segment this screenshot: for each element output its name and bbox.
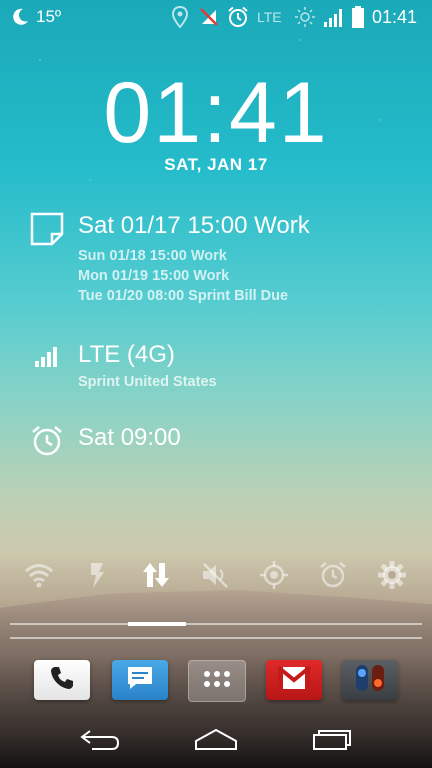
back-icon <box>78 727 122 758</box>
alarm-icon <box>226 6 250 28</box>
home-button[interactable] <box>192 722 240 762</box>
next-alarm: Sat 09:00 <box>78 424 181 451</box>
sound-off-icon[interactable] <box>200 560 230 590</box>
phone-app[interactable] <box>34 660 90 700</box>
network-carrier: Sprint United States <box>78 374 217 390</box>
status-time: 01:41 <box>372 6 418 27</box>
messaging-icon <box>125 664 155 697</box>
gmail-app[interactable] <box>266 660 322 700</box>
app-drawer-icon <box>202 669 232 694</box>
toggle-app-icon <box>353 663 387 698</box>
calendar-event: Mon 01/19 15:00 Work <box>78 268 230 284</box>
toggle-app[interactable] <box>342 660 398 700</box>
status-bar: 15º LTE 01:41 <box>0 0 432 34</box>
back-button[interactable] <box>76 722 124 762</box>
brightness-slider-thumb[interactable] <box>128 622 186 626</box>
signal-bars-icon <box>30 343 60 374</box>
location-icon <box>171 6 189 28</box>
network-type: LTE (4G) <box>78 341 175 368</box>
lockscreen-date: SAT, JAN 17 <box>164 155 268 174</box>
volume-slider[interactable] <box>10 637 422 639</box>
quick-toggles <box>0 560 432 590</box>
phone-icon <box>48 664 76 697</box>
moon-icon <box>10 6 30 28</box>
calendar-event: Sun 01/18 15:00 Work <box>78 248 227 264</box>
alarm-icon[interactable] <box>318 560 348 590</box>
calendar-event: Tue 01/20 08:00 Sprint Bill Due <box>78 288 289 304</box>
brightness-icon <box>294 6 316 28</box>
recents-icon <box>310 727 354 758</box>
home-icon <box>193 727 239 758</box>
gps-icon[interactable] <box>259 560 289 590</box>
battery-icon <box>351 6 365 28</box>
lockscreen-clock: 01:41 <box>103 65 329 161</box>
flash-icon[interactable] <box>82 560 112 590</box>
messaging-app[interactable] <box>112 660 168 700</box>
calendar-note-icon <box>30 212 64 251</box>
settings-icon[interactable] <box>377 560 407 590</box>
alarm-clock-icon <box>30 424 64 463</box>
signal-icon <box>323 6 345 28</box>
gmail-icon <box>275 664 313 697</box>
lte-label: LTE <box>257 9 282 25</box>
app-drawer[interactable] <box>188 660 246 702</box>
sim-muted-icon <box>198 6 220 28</box>
brightness-slider[interactable] <box>10 623 422 625</box>
wifi-icon[interactable] <box>24 560 54 590</box>
data-transfer-icon[interactable] <box>141 560 171 590</box>
calendar-primary-event: Sat 01/17 15:00 Work <box>78 212 310 239</box>
temperature: 15º <box>36 7 62 26</box>
recents-button[interactable] <box>308 722 356 762</box>
